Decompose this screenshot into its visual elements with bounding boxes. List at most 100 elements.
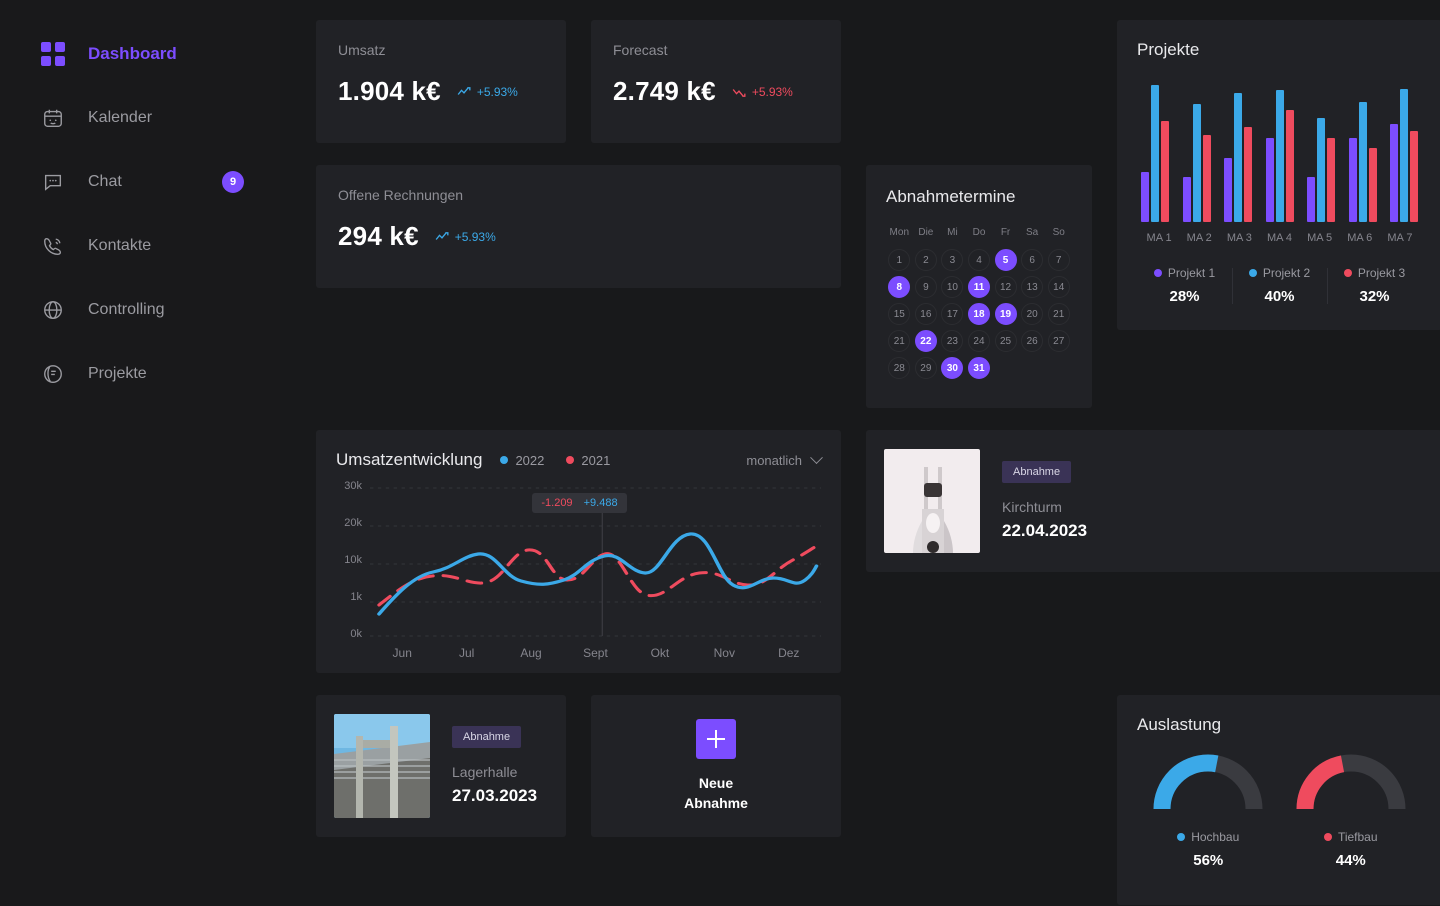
- kpi-delta: +5.93%: [435, 230, 496, 244]
- x-tick: Jun: [392, 646, 412, 660]
- calendar-day[interactable]: 12: [994, 276, 1017, 298]
- y-tick: 0k: [350, 628, 362, 640]
- sidebar-item-dashboard[interactable]: Dashboard: [0, 22, 280, 86]
- sidebar-item-kontakte[interactable]: Kontakte: [0, 214, 280, 278]
- sidebar-item-label: Projekte: [88, 365, 147, 382]
- calendar-day[interactable]: 28: [888, 357, 911, 379]
- bar: [1161, 121, 1169, 222]
- bar-chart-legend: Projekt 1 28% Projekt 2 40% Projekt 3 32%: [1137, 266, 1422, 305]
- bar: [1275, 90, 1284, 222]
- x-tick: Dez: [778, 646, 800, 660]
- calendar-day[interactable]: 21: [888, 330, 911, 352]
- card-title: Umsatzentwicklung: [336, 450, 483, 469]
- calendar-day[interactable]: 1: [888, 249, 911, 271]
- kpi-card-umsatz[interactable]: Umsatz 1.904 k€ +5.93%: [316, 20, 566, 143]
- bar: [1285, 110, 1294, 222]
- calendar-day-empty: [1048, 357, 1070, 379]
- line-chart-plot: -1.209 +9.488: [370, 480, 821, 640]
- calendar-day[interactable]: 5: [994, 249, 1017, 271]
- acceptance-card-lagerhalle[interactable]: Abnahme Lagerhalle 27.03.2023: [316, 695, 566, 837]
- calendar-day[interactable]: 24: [967, 330, 990, 352]
- sidebar-item-chat[interactable]: Chat 9: [0, 150, 280, 214]
- new-acceptance-line2: Abnahme: [684, 795, 748, 811]
- bar-legend-label: Projekt 3: [1327, 266, 1422, 280]
- calendar-day[interactable]: 8: [888, 276, 911, 298]
- trend-up-icon: [457, 86, 471, 95]
- bar: [1368, 147, 1377, 222]
- acceptance-date: 22.04.2023: [1002, 521, 1088, 540]
- calendar-day[interactable]: 7: [1047, 249, 1070, 271]
- calendar-icon: [40, 105, 66, 131]
- chevron-down-icon: [810, 450, 823, 464]
- period-dropdown[interactable]: monatlich: [746, 450, 823, 468]
- calendar-day[interactable]: 30: [941, 357, 964, 379]
- calendar-day[interactable]: 17: [941, 303, 964, 325]
- gauge-value: 56%: [1193, 852, 1224, 869]
- kpi-card-forecast[interactable]: Forecast 2.749 k€ +5.93%: [591, 20, 841, 143]
- legend-label: 2021: [581, 452, 611, 468]
- calendar-day[interactable]: 31: [967, 357, 990, 379]
- calendar-grid[interactable]: Mon Die Mi Do Fr Sa So 1 2 3 4 5 6 7 8 9 10 11 12 13 14 15 16 1…: [886, 227, 1072, 379]
- calendar-day[interactable]: 10: [941, 276, 964, 298]
- calendar-day[interactable]: 6: [1021, 249, 1044, 271]
- sidebar-item-kalender[interactable]: Kalender: [0, 86, 280, 150]
- calendar-day[interactable]: 4: [967, 249, 990, 271]
- calendar-day[interactable]: 22: [914, 330, 937, 352]
- bar: [1141, 171, 1149, 222]
- gauge: Hochbau 56%: [1148, 749, 1268, 869]
- calendar-day[interactable]: 13: [1021, 276, 1044, 298]
- calendar-day[interactable]: 23: [941, 330, 964, 352]
- calendar-day[interactable]: 3: [941, 249, 964, 271]
- bar-group[interactable]: [1390, 82, 1418, 222]
- calendar-day[interactable]: 29: [914, 357, 937, 379]
- bar: [1182, 177, 1191, 222]
- warehouse-facade-photo: [334, 714, 430, 818]
- calendar-day[interactable]: 14: [1047, 276, 1070, 298]
- acceptance-card-kirchturm[interactable]: Abnahme Kirchturm 22.04.2023: [866, 430, 1440, 572]
- chat-bubble-icon: [40, 169, 66, 195]
- bar-x-label: MA 6: [1347, 232, 1373, 244]
- sidebar-item-controlling[interactable]: Controlling: [0, 278, 280, 342]
- calendar-day[interactable]: 20: [1021, 303, 1044, 325]
- calendar-day[interactable]: 2: [914, 249, 937, 271]
- bar-group[interactable]: [1141, 82, 1169, 222]
- calendar-day[interactable]: 21: [1047, 303, 1070, 325]
- x-tick: Nov: [713, 646, 735, 660]
- calendar-day[interactable]: 15: [888, 303, 911, 325]
- bar-group[interactable]: [1265, 82, 1294, 222]
- bar-group[interactable]: [1307, 82, 1335, 222]
- status-badge: Abnahme: [452, 726, 522, 748]
- calendar-day[interactable]: 27: [1047, 330, 1070, 352]
- bar-legend-value: 40%: [1264, 288, 1295, 305]
- bar-group[interactable]: [1348, 82, 1377, 222]
- bar: [1192, 104, 1201, 222]
- calendar-day[interactable]: 26: [1021, 330, 1044, 352]
- bar: [1410, 131, 1418, 222]
- new-acceptance-button[interactable]: Neue Abnahme: [591, 695, 841, 837]
- calendar-weekday: Fr: [1000, 227, 1011, 238]
- gauge-value: 44%: [1335, 852, 1366, 869]
- calendar-day[interactable]: 16: [914, 303, 937, 325]
- x-tick: Sept: [583, 646, 608, 660]
- legend-dot: [1343, 269, 1352, 277]
- calendar-day[interactable]: 11: [967, 276, 990, 298]
- phone-icon: [40, 233, 66, 259]
- calendar-weekday: Sa: [1026, 227, 1039, 238]
- dashboard-app: Dashboard Kalender Chat 9 Kontakte Contr…: [0, 0, 1440, 906]
- calendar-day[interactable]: 19: [994, 303, 1017, 325]
- y-tick: 1k: [350, 591, 362, 603]
- bar-group[interactable]: [1224, 82, 1252, 222]
- calendar-day[interactable]: 18: [967, 303, 990, 325]
- calendar-day[interactable]: 9: [914, 276, 937, 298]
- gauge: Tiefbau 44%: [1291, 749, 1411, 869]
- calendar-day[interactable]: 25: [994, 330, 1017, 352]
- trend-up-icon: [435, 231, 449, 240]
- bar-group[interactable]: [1182, 82, 1211, 222]
- legend-label: 2022: [515, 452, 545, 468]
- globe-icon: [40, 297, 66, 323]
- legend-dot: [1177, 833, 1186, 841]
- kpi-card-offene-rechnungen[interactable]: Offene Rechnungen 294 k€ +5.93%: [316, 165, 841, 288]
- sidebar-item-projekte[interactable]: Projekte: [0, 342, 280, 406]
- bar-x-label: MA 4: [1266, 232, 1293, 244]
- bar-x-label: MA 2: [1186, 232, 1212, 244]
